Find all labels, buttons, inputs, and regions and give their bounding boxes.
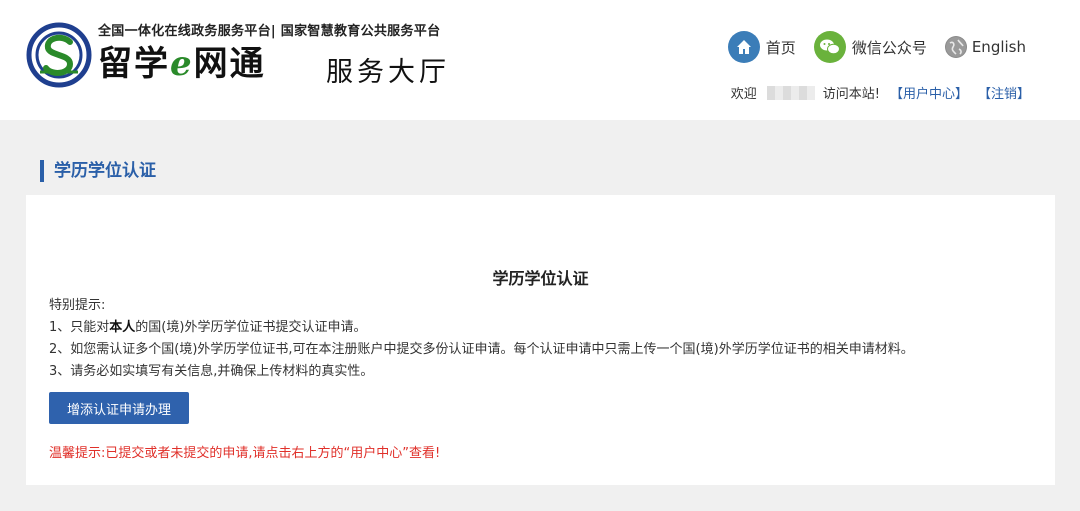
section-title: 学历学位认证	[40, 160, 156, 182]
site-logo[interactable]: 全国一体化在线政务服务平台| 国家智慧教育公共服务平台 留学e网通 服务大厅	[26, 20, 466, 90]
logo-mark-icon	[26, 22, 92, 88]
nav-wechat-label: 微信公众号	[851, 38, 927, 57]
welcome-text: 欢迎	[730, 87, 757, 102]
visit-text: 访问本站!	[822, 87, 880, 102]
logo-brand: 留学e网通	[98, 44, 266, 84]
card-title: 学历学位认证	[492, 269, 589, 288]
header: 全国一体化在线政务服务平台| 国家智慧教育公共服务平台 留学e网通 服务大厅 首…	[0, 0, 1080, 120]
notice-1-suffix: 的国(境)外学历学位证书提交认证申请。	[135, 320, 367, 335]
nav-english-link[interactable]: English	[944, 36, 1026, 58]
user-center-link[interactable]: 【用户中心】	[890, 83, 968, 102]
notice-list: 特别提示: 1、只能对本人的国(境)外学历学位证书提交认证申请。 2、如您需认证…	[49, 295, 914, 383]
nav-wechat-link[interactable]: 微信公众号	[813, 31, 927, 63]
logo-brand-e: e	[170, 44, 194, 84]
notice-item-2: 2、如您需认证多个国(境)外学历学位证书,可在本注册账户中提交多份认证申请。每个…	[49, 342, 914, 357]
notice-label: 特别提示:	[49, 298, 106, 313]
wechat-icon	[813, 31, 846, 63]
nav-english-label: English	[971, 38, 1026, 56]
logout-link[interactable]: 【注销】	[978, 83, 1030, 102]
nav-home-link[interactable]: 首页	[727, 31, 796, 63]
notice-1-bold: 本人	[109, 320, 136, 335]
user-bar: 欢迎 访问本站! 【用户中心】 【注销】	[731, 83, 1030, 102]
add-application-button[interactable]: 增添认证申请办理	[49, 392, 189, 424]
nav-home-label: 首页	[765, 38, 796, 57]
notice-1-prefix: 1、只能对	[49, 320, 110, 335]
notice-item-3: 3、请务必如实填写有关信息,并确保上传材料的真实性。	[49, 364, 374, 379]
logo-brand-part1: 留学	[98, 44, 170, 84]
globe-icon	[944, 36, 967, 58]
notice-item-1: 1、只能对本人的国(境)外学历学位证书提交认证申请。	[49, 317, 914, 339]
masked-username	[766, 85, 815, 100]
logo-brand-part2: 网通	[193, 44, 266, 84]
home-icon	[727, 31, 760, 63]
logo-tagline: 全国一体化在线政务服务平台| 国家智慧教育公共服务平台	[98, 24, 441, 39]
top-nav: 首页 微信公众号 English	[710, 30, 1026, 64]
logo-subtitle: 服务大厅	[326, 57, 450, 88]
warm-tip: 温馨提示:已提交或者未提交的申请,请点击右上方的“用户中心”查看!	[49, 446, 441, 461]
content-card: 学历学位认证 特别提示: 1、只能对本人的国(境)外学历学位证书提交认证申请。 …	[26, 195, 1055, 485]
